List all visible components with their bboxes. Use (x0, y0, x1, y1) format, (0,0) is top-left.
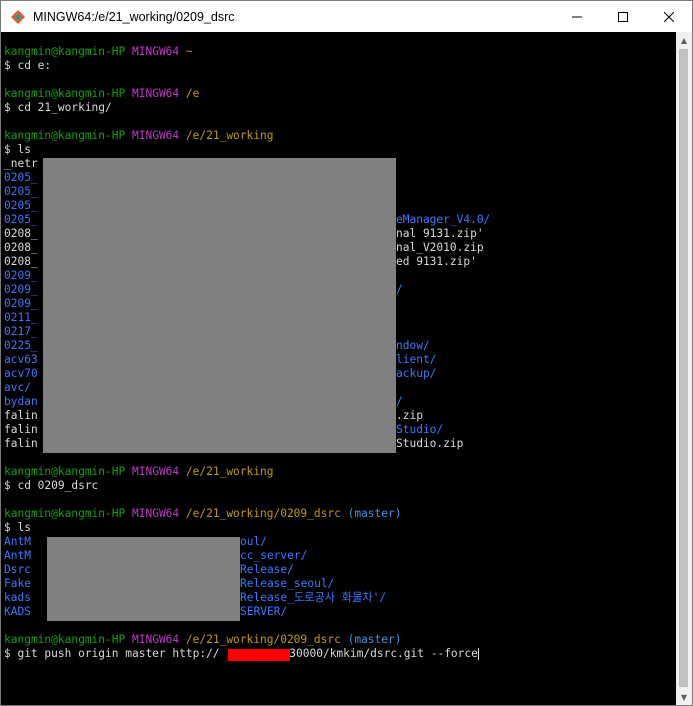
prompt-user: kangmin@kangmin-HP (4, 465, 126, 478)
command-line: $ ls (4, 143, 31, 156)
scrollbar-thumb[interactable] (679, 49, 688, 687)
ls-entry-left: 0217_ (4, 325, 38, 338)
ls-entry-left: avc/ (4, 381, 31, 394)
terminal-window: MINGW64:/e/21_working/0209_dsrc kangmin@… (0, 0, 693, 706)
ls-entry-right: cc_server/ (240, 549, 308, 562)
ls-entry-right: SERVER/ (240, 605, 288, 618)
prompt-user: kangmin@kangmin-HP (4, 87, 126, 100)
prompt-line: kangmin@kangmin-HP MINGW64 /e/21_working (4, 129, 273, 143)
prompt-path: /e/21_working/0209_dsrc (185, 633, 341, 646)
ls-entry-left: AntM (4, 549, 31, 562)
prompt-line: kangmin@kangmin-HP MINGW64 ~ (4, 45, 193, 59)
ls-entry-left: Dsrc (4, 563, 31, 576)
command-prefix: $ git push origin master http:// (4, 647, 220, 660)
ls-entry-right: nal_V2010.zip (396, 241, 484, 254)
prompt-path: /e/21_working (185, 465, 274, 478)
git-branch: (master) (347, 633, 402, 646)
ls-entry-left: acv70 (4, 367, 38, 380)
ls-entry-left: falin (4, 409, 38, 422)
ls-entry-left: 0208_ (4, 255, 38, 268)
prompt-user: kangmin@kangmin-HP (4, 45, 126, 58)
ls-entry-right: nal 9131.zip' (396, 227, 484, 240)
minimize-button[interactable] (554, 1, 600, 32)
prompt-host: MINGW64 (132, 87, 180, 100)
ls-entry-right: / (396, 283, 403, 296)
ls-entry-right: oul/ (240, 535, 267, 548)
prompt-path: ~ (185, 45, 193, 58)
prompt-line: kangmin@kangmin-HP MINGW64 /e (4, 87, 199, 101)
ls-entry-left: falin (4, 423, 38, 436)
ls-entry-right: lient/ (396, 353, 437, 366)
prompt-user: kangmin@kangmin-HP (4, 633, 126, 646)
prompt-path: /e (185, 87, 200, 100)
close-button[interactable] (646, 1, 692, 32)
ls-entry-left: 0209_ (4, 297, 38, 310)
text-cursor (477, 648, 479, 660)
title-bar[interactable]: MINGW64:/e/21_working/0209_dsrc (1, 1, 692, 32)
ls-entry-left: acv63 (4, 353, 38, 366)
prompt-path: /e/21_working/0209_dsrc (185, 507, 341, 520)
prompt-host: MINGW64 (132, 633, 180, 646)
prompt-host: MINGW64 (132, 507, 180, 520)
ls-entry-right: / (396, 395, 403, 408)
ls-entry-right: ed 9131.zip' (396, 255, 477, 268)
command-line: $ cd 0209_dsrc (4, 479, 99, 492)
ls-entry-left: 0209_ (4, 283, 38, 296)
terminal-output[interactable]: kangmin@kangmin-HP MINGW64 ~ $ cd e: kan… (1, 32, 677, 705)
ls-entry-right: ackup/ (396, 367, 437, 380)
vertical-scrollbar[interactable]: ▲ ▼ (676, 32, 692, 705)
redaction-block (47, 537, 240, 621)
close-icon (664, 11, 674, 22)
ls-entry-left: 0205_ (4, 185, 38, 198)
ls-entry-left: 0225_ (4, 339, 38, 352)
ls-entry-right: .zip (396, 409, 423, 422)
ls-entry-left: KADS (4, 605, 31, 618)
maximize-button[interactable] (600, 1, 646, 32)
ls-entry-left: 0208_ (4, 227, 38, 240)
prompt-host: MINGW64 (132, 129, 180, 142)
command-line: $ cd 21_working/ (4, 101, 112, 114)
ls-entry-left: falin (4, 437, 38, 450)
ls-entry-right: ndow/ (396, 339, 430, 352)
ls-entry-left: bydan (4, 395, 38, 408)
prompt-host: MINGW64 (132, 465, 180, 478)
prompt-user: kangmin@kangmin-HP (4, 129, 126, 142)
ls-entry-right: Release/ (240, 563, 294, 576)
ls-entry-left: AntM (4, 535, 31, 548)
prompt-host: MINGW64 (132, 45, 180, 58)
ls-entry-left: 0209_ (4, 269, 38, 282)
ls-entry-left: 0205_ (4, 213, 38, 226)
prompt-line: kangmin@kangmin-HP MINGW64 /e/21_working… (4, 507, 401, 521)
command-suffix: :30000/kmkim/dsrc.git --force (282, 647, 478, 660)
prompt-user: kangmin@kangmin-HP (4, 507, 126, 520)
window-title: MINGW64:/e/21_working/0209_dsrc (33, 9, 235, 24)
ls-entry-left: _netr (4, 157, 38, 170)
ls-entry-left: 0205_ (4, 171, 38, 184)
command-line: $ ls (4, 521, 31, 534)
prompt-path: /e/21_working (185, 129, 274, 142)
git-branch: (master) (347, 507, 402, 520)
ls-entry-right: Release_seoul/ (240, 577, 335, 590)
ls-entry-left: 0205_ (4, 199, 38, 212)
ls-entry-right: Studio/ (396, 423, 444, 436)
ls-entry-left: 0211_ (4, 311, 38, 324)
ls-entry-right: eManager_V4.0/ (396, 213, 491, 226)
ls-entry-right: Release_도로공사 화물차'/ (240, 591, 387, 604)
ls-entry-left: 0208_ (4, 241, 38, 254)
command-line: $ cd e: (4, 59, 52, 72)
ls-entry-right: Studio.zip (396, 437, 464, 450)
ls-entry-left: Fake (4, 577, 31, 590)
git-bash-icon (10, 9, 26, 25)
redaction-block-red (228, 649, 290, 661)
prompt-line: kangmin@kangmin-HP MINGW64 /e/21_working (4, 465, 273, 479)
prompt-line: kangmin@kangmin-HP MINGW64 /e/21_working… (4, 633, 401, 647)
scroll-up-icon[interactable]: ▲ (676, 32, 692, 48)
minimize-icon (572, 16, 582, 17)
redaction-block (43, 158, 396, 453)
scroll-down-icon[interactable]: ▼ (676, 689, 692, 705)
ls-entry-left: kads (4, 591, 31, 604)
maximize-icon (618, 11, 628, 22)
